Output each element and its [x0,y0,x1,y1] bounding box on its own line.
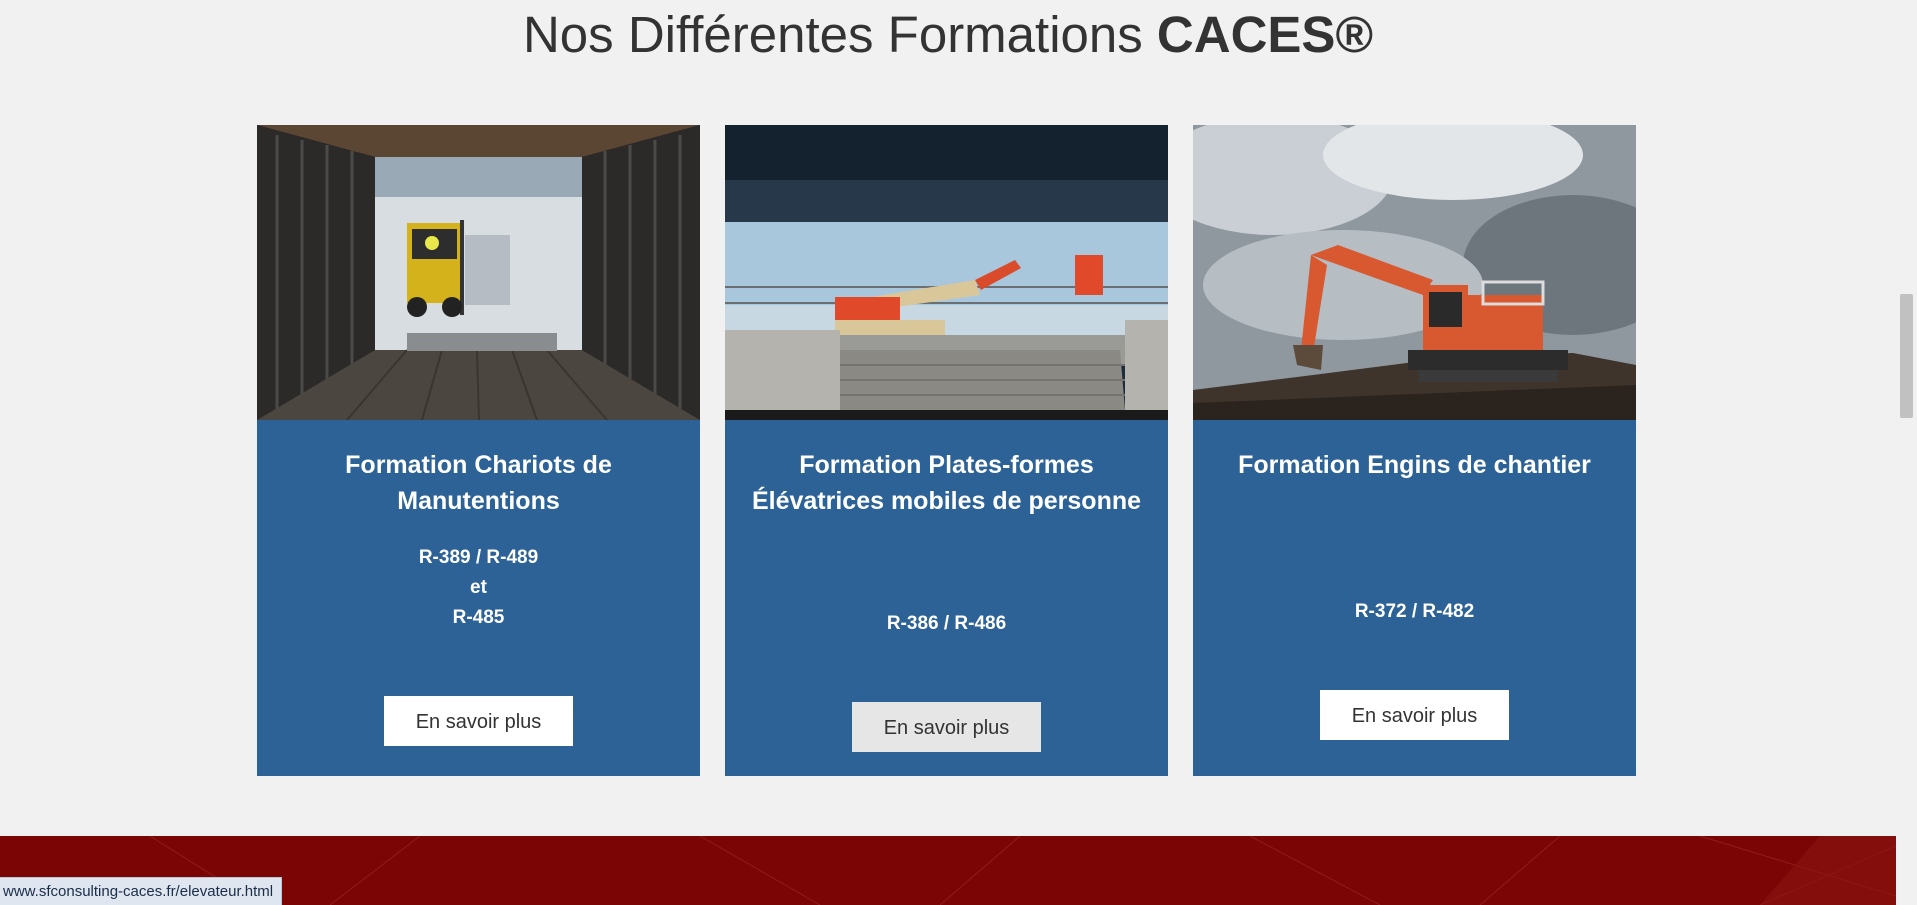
card-codes: R-386 / R-486 [745,609,1148,639]
section-title-brand: CACES® [1156,6,1374,63]
section-title: Nos Différentes Formations CACES® [0,2,1896,68]
en-savoir-plus-button[interactable]: En savoir plus [384,696,573,746]
card-codes: R-372 / R-482 [1213,597,1616,627]
footer-band [0,836,1896,905]
forklift-photo [257,125,700,420]
scrollbar-thumb[interactable] [1900,294,1913,418]
aerial-lift-photo [725,125,1168,420]
en-savoir-plus-button[interactable]: En savoir plus [1320,690,1509,740]
card-code-line: R-372 / R-482 [1354,601,1475,622]
card-code-line: R-389 / R-489 [418,547,539,568]
card-code-line: R-485 [452,607,505,628]
en-savoir-plus-button[interactable]: En savoir plus [852,702,1041,752]
card-chariots: Formation Chariots de Manutentions R-389… [257,125,700,776]
section-title-text: Nos Différentes Formations [522,6,1157,63]
card-codes: R-389 / R-489 et R-485 [277,543,680,633]
card-engins: Formation Engins de chantier R-372 / R-4… [1193,125,1636,776]
card-plates-formes: Formation Plates-formes Élévatrices mobi… [725,125,1168,776]
card-title: Formation Engins de chantier [1238,451,1591,479]
footer-pattern [149,836,1896,905]
card-title: Formation Chariots de Manutentions [345,451,612,515]
excavator-photo [1193,125,1636,420]
card-code-line: et [470,577,487,598]
status-bar-url: www.sfconsulting-caces.fr/elevateur.html [0,877,283,905]
card-code-line: R-386 / R-486 [886,613,1007,634]
card-title: Formation Plates-formes Élévatrices mobi… [751,451,1142,515]
page-scrollbar[interactable] [1896,0,1917,905]
